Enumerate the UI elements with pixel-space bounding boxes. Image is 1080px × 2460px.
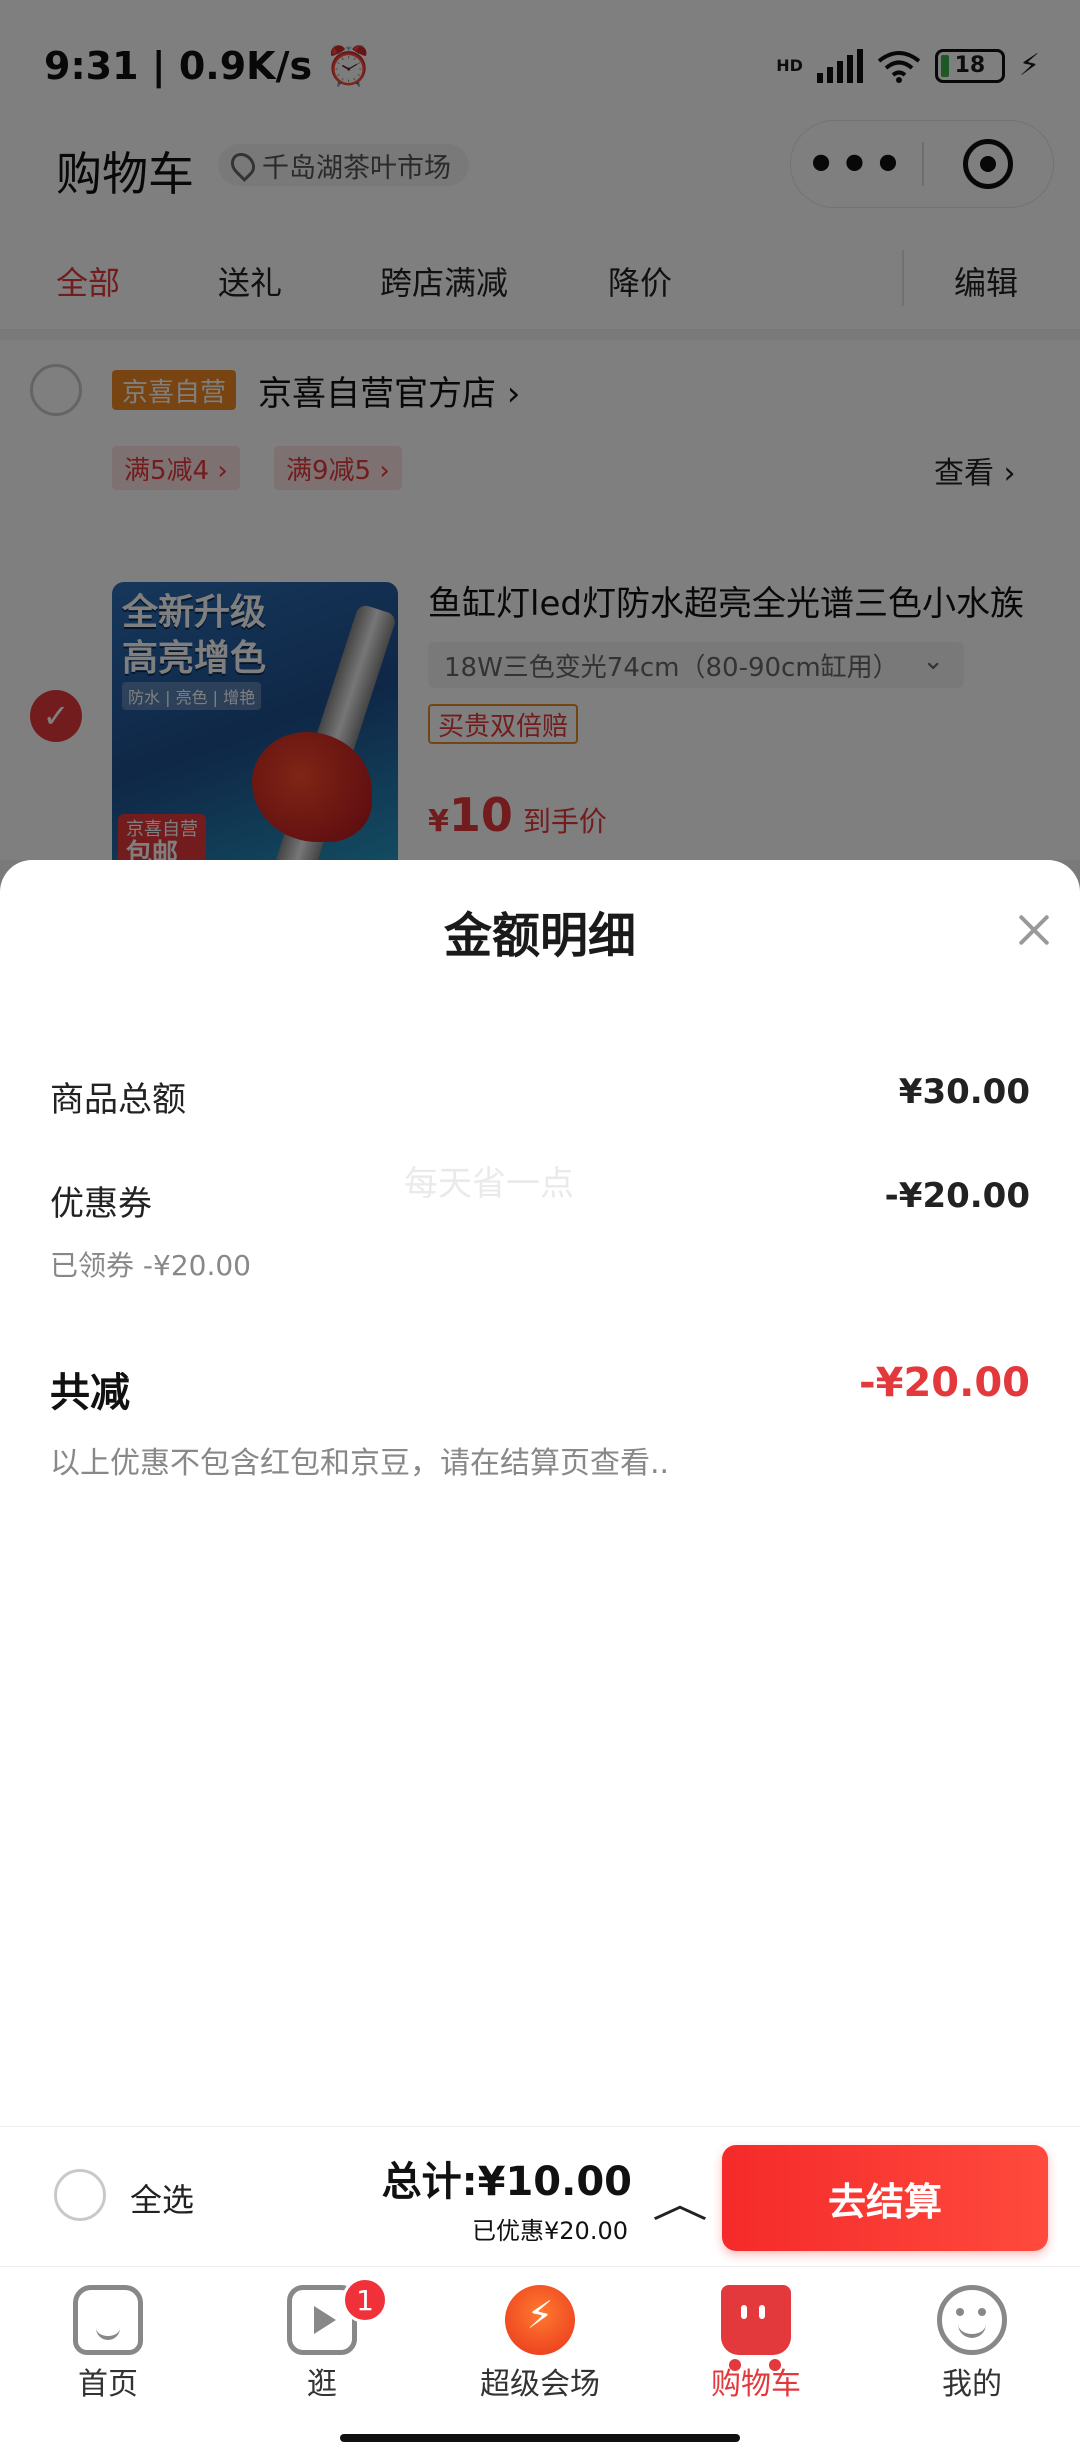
tabbar-me[interactable]: 我的 xyxy=(872,2285,1072,2403)
tabbar-label-super-venue: 超级会场 xyxy=(480,2367,600,2402)
tabbar-label-browse: 逛 xyxy=(307,2367,337,2402)
super-venue-icon xyxy=(505,2285,575,2355)
tabbar-label-cart: 购物车 xyxy=(711,2367,801,2402)
tabbar-home[interactable]: 首页 xyxy=(8,2285,208,2403)
coupon-value: -¥20.00 xyxy=(884,1176,1030,1216)
tabbar-label-me: 我的 xyxy=(942,2367,1002,2402)
total-discount-value: -¥20.00 xyxy=(859,1360,1030,1406)
select-all-checkbox[interactable] xyxy=(54,2169,106,2221)
me-icon xyxy=(937,2285,1007,2355)
bottom-tab-bar: 首页 1 逛 超级会场 购物车 我的 xyxy=(0,2266,1080,2416)
tabbar-label-home: 首页 xyxy=(78,2367,138,2402)
close-icon[interactable] xyxy=(1012,908,1056,952)
goods-total-label: 商品总额 xyxy=(50,1080,186,1120)
checkout-bar: 全选 总计:¥10.00 已优惠¥20.00 ︿ 去结算 xyxy=(0,2126,1080,2266)
tabbar-browse[interactable]: 1 逛 xyxy=(222,2277,422,2403)
chevron-up-icon[interactable]: ︿ xyxy=(652,2171,708,2229)
discount-note: 以上优惠不包含红包和京豆，请在结算页查看.. xyxy=(50,1446,670,1481)
total-discount-label: 共减 xyxy=(50,1370,130,1416)
coupon-sub: 已领券 -¥20.00 xyxy=(50,1249,251,1282)
cart-icon xyxy=(721,2285,791,2371)
saved-amount: 已优惠¥20.00 xyxy=(472,2217,628,2245)
watermark: 每天省一点 xyxy=(404,1164,574,1204)
notification-badge: 1 xyxy=(342,2277,388,2323)
coupon-label: 优惠券 xyxy=(50,1184,152,1224)
checkout-button[interactable]: 去结算 xyxy=(722,2145,1048,2251)
goods-total-value: ¥30.00 xyxy=(898,1072,1030,1112)
tabbar-super-venue[interactable]: 超级会场 xyxy=(440,2285,640,2403)
tabbar-cart[interactable]: 购物车 xyxy=(656,2285,856,2403)
home-indicator xyxy=(340,2434,740,2442)
home-icon xyxy=(73,2285,143,2355)
select-all-label[interactable]: 全选 xyxy=(130,2175,194,2221)
sheet-title: 金额明细 xyxy=(443,908,636,964)
total-price: 总计:¥10.00 xyxy=(381,2159,632,2205)
